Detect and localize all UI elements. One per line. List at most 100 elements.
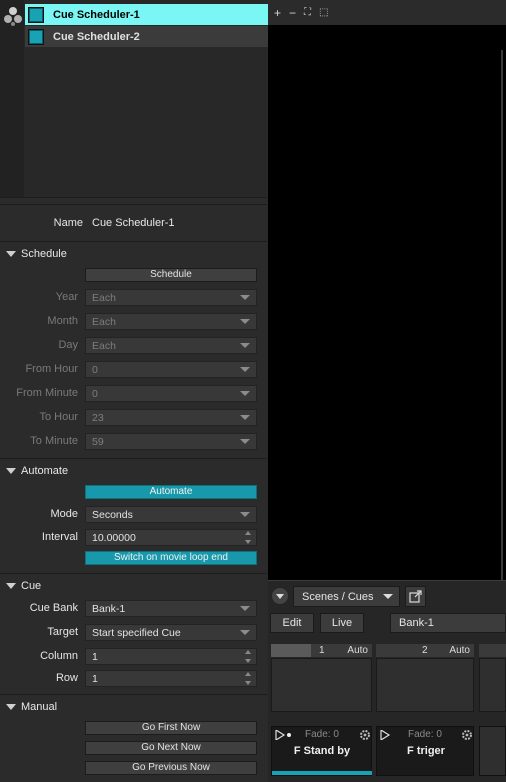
gear-icon[interactable] [360,730,370,740]
manual-section-header[interactable]: Manual [6,701,57,713]
popout-button[interactable] [405,586,426,607]
scheduler-item-1[interactable]: Cue Scheduler-1 [25,4,268,25]
chevron-down-icon [240,415,250,420]
collapse-triangle-icon [6,583,16,589]
chevron-down-icon [240,295,250,300]
month-label: Month [47,315,78,327]
scheduler-item-2[interactable]: Cue Scheduler-2 [25,26,268,47]
go-next-button[interactable]: Go Next Now [85,741,257,755]
scheduler-item-label: Cue Scheduler-2 [53,30,140,43]
mode-select[interactable]: Seconds [85,506,257,523]
stepper-icon[interactable] [245,672,253,685]
cue-progress-bar [272,771,372,775]
preview-canvas[interactable] [268,25,506,580]
cues-panel: Scenes / Cues Edit Live Bank-1 1 Auto 2 … [268,580,506,782]
left-pane: Cue Scheduler-1 Cue Scheduler-2 Name Cue… [0,0,268,782]
from-hour-label: From Hour [25,363,78,375]
list-gutter [0,0,24,197]
schedule-section-header[interactable]: Schedule [6,248,67,260]
play-icon[interactable] [275,730,291,740]
scheduler-item-label: Cue Scheduler-1 [53,8,140,21]
chevron-down-icon [240,606,250,611]
live-tab[interactable]: Live [320,613,364,633]
column-header-1[interactable]: 1 Auto [271,644,372,657]
column-header-3[interactable] [479,644,506,657]
cue-bank-label: Cue Bank [29,602,78,614]
fit-icon[interactable]: ⬚ [319,7,328,18]
nodes-icon[interactable] [3,6,23,26]
cue-name: F Stand by [293,745,351,757]
section-title: Schedule [21,248,67,260]
scheduler-list: Cue Scheduler-1 Cue Scheduler-2 [0,0,268,197]
remove-icon[interactable]: − [289,6,296,20]
color-swatch [28,6,44,23]
year-label: Year [55,291,78,303]
stepper-icon[interactable] [245,650,253,663]
name-value[interactable]: Cue Scheduler-1 [92,217,175,229]
cue-bank-select[interactable]: Bank-1 [85,600,257,617]
bank-select[interactable]: Bank-1 [390,613,506,633]
year-select[interactable]: Each [85,289,257,306]
from-minute-select[interactable]: 0 [85,385,257,402]
row-label: Row [55,672,78,684]
interval-field[interactable]: 10.00000 [85,529,257,546]
color-swatch [28,28,44,45]
play-icon[interactable] [380,730,392,740]
schedule-button[interactable]: Schedule [85,268,257,282]
from-minute-label: From Minute [16,387,78,399]
chevron-down-icon [240,343,250,348]
add-icon[interactable]: + [274,6,281,20]
from-hour-select[interactable]: 0 [85,361,257,378]
collapse-triangle-icon [6,468,16,474]
to-minute-select[interactable]: 59 [85,433,257,450]
to-hour-select[interactable]: 23 [85,409,257,426]
automate-section-header[interactable]: Automate [6,465,68,477]
section-title: Manual [21,701,58,713]
chevron-down-icon [240,391,250,396]
chevron-down-icon [240,630,250,635]
month-select[interactable]: Each [85,313,257,330]
target-select[interactable]: Start specified Cue [85,624,257,641]
fullscreen-icon[interactable]: ⛶ [304,7,311,18]
external-link-icon [409,590,422,603]
chevron-down-icon [383,594,393,599]
chevron-down-icon [240,367,250,372]
section-title: Automate [21,465,69,477]
day-select[interactable]: Each [85,337,257,354]
cue-section-header[interactable]: Cue [6,580,41,592]
edit-tab[interactable]: Edit [270,613,314,633]
cue-name: F triger [407,745,445,757]
chevron-down-icon [240,439,250,444]
gear-icon[interactable] [462,730,472,740]
go-previous-button[interactable]: Go Previous Now [85,761,257,775]
cue-cell[interactable] [479,658,506,712]
to-hour-label: To Hour [39,411,78,423]
collapse-triangle-icon [6,704,16,710]
panel-menu-button[interactable] [272,588,288,604]
column-label: Column [40,650,78,662]
automate-toggle[interactable]: Automate [85,485,257,499]
column-field[interactable]: 1 [85,648,257,665]
collapse-triangle-icon [6,251,16,257]
view-mode-select[interactable]: Scenes / Cues [293,586,400,607]
preview-frame-edge [501,50,503,580]
preview-toolbar: + − ⛶ ⬚ [268,0,506,25]
chevron-down-icon [240,319,250,324]
cue-card[interactable]: Fade: 0 F triger [376,726,474,776]
name-label: Name [53,217,83,229]
day-label: Day [58,339,78,351]
row-field[interactable]: 1 [85,670,257,687]
loop-end-toggle[interactable]: Switch on movie loop end [85,551,257,565]
stepper-icon[interactable] [245,531,253,544]
column-header-2[interactable]: 2 Auto [376,644,474,657]
go-first-button[interactable]: Go First Now [85,721,257,735]
cue-cell[interactable] [271,658,372,712]
chevron-down-icon [240,512,250,517]
target-label: Target [47,626,78,638]
cue-cell[interactable] [376,658,474,712]
interval-label: Interval [41,531,78,543]
cue-card[interactable] [479,726,506,776]
mode-label: Mode [50,508,78,520]
cue-card[interactable]: Fade: 0 F Stand by [271,726,372,776]
to-minute-label: To Minute [30,435,78,447]
